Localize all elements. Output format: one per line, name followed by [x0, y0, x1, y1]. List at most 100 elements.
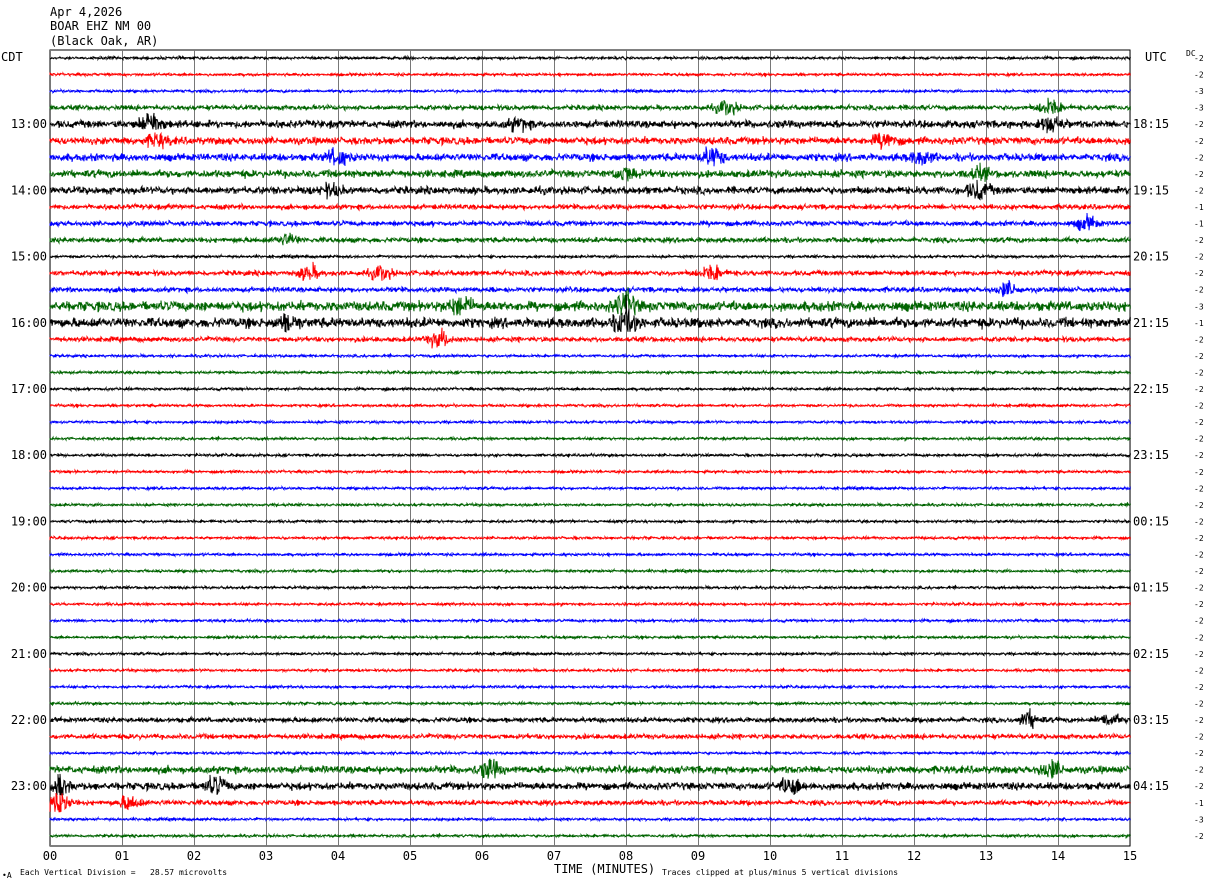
dc-offset-label: -2	[1194, 153, 1204, 162]
dc-offset-label: -2	[1194, 517, 1204, 526]
seismic-trace	[49, 71, 1131, 78]
plot-frame	[49, 49, 1131, 847]
dc-offset-label: -2	[1194, 617, 1204, 626]
dc-offset-label: -2	[1194, 766, 1204, 775]
dc-offset-label: -1	[1194, 203, 1204, 212]
seismic-trace	[49, 518, 1131, 525]
left-time-label: 16:00	[11, 316, 47, 330]
seismic-trace	[49, 87, 1131, 95]
dc-offset-label: -2	[1194, 584, 1204, 593]
right-time-label: 03:15	[1133, 713, 1169, 727]
x-tick-label: 01	[115, 849, 129, 863]
seismic-trace	[49, 501, 1131, 509]
seismic-trace	[49, 708, 1131, 730]
dc-offset-label: -2	[1194, 551, 1204, 560]
dc-offset-label: -3	[1194, 87, 1204, 96]
dc-offset-label: -1	[1194, 319, 1204, 328]
x-tick-label: 05	[403, 849, 417, 863]
dc-offset-label: -2	[1194, 699, 1204, 708]
seismic-trace	[49, 54, 1131, 62]
seismic-trace	[49, 551, 1131, 558]
seismic-trace	[49, 179, 1131, 201]
seismic-trace	[49, 131, 1131, 150]
seismic-trace	[49, 112, 1131, 134]
seismic-trace	[49, 792, 1131, 813]
seismic-trace	[49, 212, 1131, 232]
dc-offset-label: -2	[1194, 468, 1204, 477]
x-tick-label: 15	[1123, 849, 1137, 863]
x-tick-label: 08	[619, 849, 633, 863]
dc-offset-label: -1	[1194, 220, 1204, 229]
seismic-trace	[49, 97, 1131, 116]
dc-offset-label: -3	[1194, 104, 1204, 113]
dc-offset-label: -2	[1194, 71, 1204, 80]
dc-offset-label: -2	[1194, 368, 1204, 377]
left-time-label: 20:00	[11, 581, 47, 595]
seismic-trace	[49, 202, 1131, 212]
dc-offset-label: -2	[1194, 451, 1204, 460]
scale-note: Each Vertical Division = 28.57 microvolt…	[20, 868, 228, 877]
seismic-trace	[49, 402, 1131, 409]
seismic-trace	[49, 534, 1131, 542]
dc-offset-label: -2	[1194, 534, 1204, 543]
dc-offset-label: -2	[1194, 749, 1204, 758]
dc-offset-label: -2	[1194, 385, 1204, 394]
seismic-trace	[49, 418, 1131, 426]
dc-offset-label: -2	[1194, 666, 1204, 675]
left-time-label: 18:00	[11, 448, 47, 462]
dc-offset-label: -2	[1194, 600, 1204, 609]
seismic-trace	[49, 832, 1131, 840]
dc-offset-label: -2	[1194, 137, 1204, 146]
left-time-label: 19:00	[11, 514, 47, 528]
seismic-trace	[49, 699, 1131, 707]
seismic-trace	[49, 584, 1131, 591]
left-time-label: 15:00	[11, 250, 47, 264]
dc-offset-label: -2	[1194, 633, 1204, 642]
seismic-trace	[49, 758, 1131, 779]
x-tick-label: 06	[475, 849, 489, 863]
left-time-label: 23:00	[11, 779, 47, 793]
left-time-label: 13:00	[11, 117, 47, 131]
x-tick-label: 00	[43, 849, 57, 863]
seismic-trace	[49, 815, 1131, 823]
dc-offset-label: -2	[1194, 269, 1204, 278]
x-tick-label: 12	[907, 849, 921, 863]
seismic-trace	[49, 279, 1131, 298]
right-time-label: 22:15	[1133, 382, 1169, 396]
x-tick-label: 13	[979, 849, 993, 863]
dc-offset-label: -3	[1194, 815, 1204, 824]
right-time-label: 04:15	[1133, 779, 1169, 793]
seismic-trace	[49, 162, 1131, 182]
left-time-label: 14:00	[11, 183, 47, 197]
dc-offset-label: -3	[1194, 302, 1204, 311]
seismic-trace	[49, 253, 1131, 260]
right-time-label: 02:15	[1133, 647, 1169, 661]
dc-offset-label: -2	[1194, 716, 1204, 725]
x-axis-title: TIME (MINUTES)	[554, 862, 656, 876]
dc-offset-label: -2	[1194, 402, 1204, 411]
seismic-trace	[49, 146, 1131, 167]
right-time-label: 21:15	[1133, 316, 1169, 330]
right-time-label: 23:15	[1133, 448, 1169, 462]
x-tick-label: 04	[331, 849, 345, 863]
dc-offset-label: -2	[1194, 236, 1204, 245]
dc-offset-label: -2	[1194, 170, 1204, 179]
x-tick-label: 02	[187, 849, 201, 863]
seismic-trace	[49, 666, 1131, 674]
seismic-trace	[49, 468, 1131, 476]
dc-offset-label: -2	[1194, 352, 1204, 361]
x-tick-label: 03	[259, 849, 273, 863]
right-time-label: 01:15	[1133, 581, 1169, 595]
helicorder-chart: 00 01 02 03 04 05 06 07 08 09 10 11 12 13 14 15 13:00 14:…	[11, 49, 1204, 863]
dc-offset-label: -2	[1194, 782, 1204, 791]
seismic-trace	[49, 732, 1131, 742]
seismic-trace	[49, 749, 1131, 757]
dc-offset-label: -2	[1194, 733, 1204, 742]
seismic-trace	[49, 451, 1131, 459]
dc-offset-label: -2	[1194, 832, 1204, 841]
dc-offset-label: -2	[1194, 120, 1204, 129]
seismic-trace	[49, 633, 1131, 641]
dc-offset-label: -2	[1194, 335, 1204, 344]
seismic-trace	[49, 232, 1131, 246]
dc-offset-label: -2	[1194, 186, 1204, 195]
